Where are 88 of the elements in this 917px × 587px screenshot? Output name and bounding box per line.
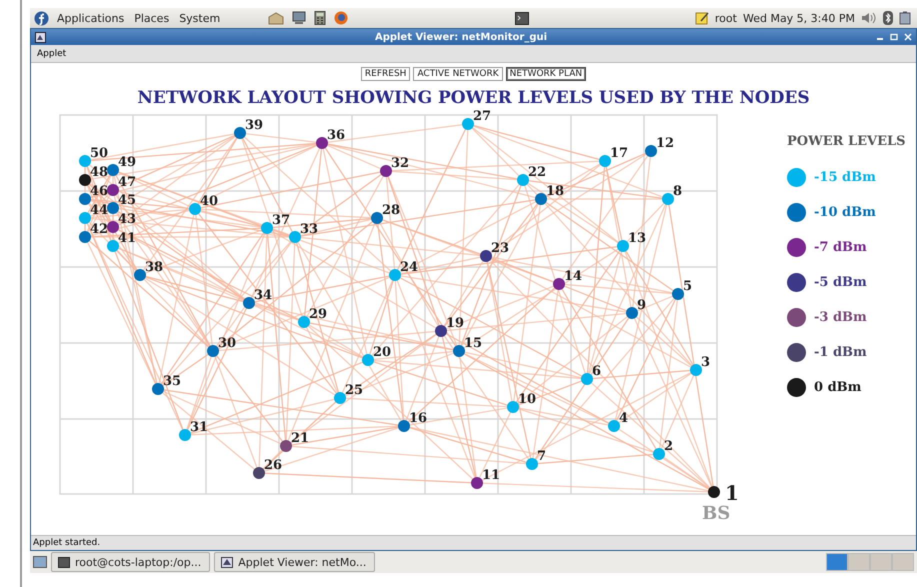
node-label: 40 <box>200 194 218 209</box>
node-label: 20 <box>373 345 392 360</box>
monitor-icon[interactable] <box>292 11 306 25</box>
terminal-icon <box>58 556 70 568</box>
applet-icon <box>35 32 46 42</box>
node-label: 22 <box>528 165 546 180</box>
node-label: 18 <box>546 184 564 199</box>
node-label: 24 <box>400 260 418 275</box>
node-label: 4 <box>619 411 628 426</box>
close-icon[interactable] <box>904 33 912 41</box>
node-label: 13 <box>628 231 646 246</box>
taskbar-button[interactable]: root@cots-laptop:/op... <box>51 552 210 572</box>
node-label: 10 <box>518 392 536 407</box>
chart-title: NETWORK LAYOUT SHOWING POWER LEVELS USED BY THE NODES <box>137 88 810 108</box>
node-label: 30 <box>218 336 236 351</box>
node-label: 12 <box>656 136 674 151</box>
view-button[interactable]: REFRESH <box>360 67 410 81</box>
view-button[interactable]: NETWORK PLAN <box>506 67 586 81</box>
speaker-icon[interactable] <box>861 11 877 25</box>
legend-label: -7 dBm <box>814 240 867 255</box>
legend-label: -5 dBm <box>814 275 867 290</box>
node-label: 27 <box>473 109 492 124</box>
node-label: 16 <box>409 411 428 426</box>
node-label: 49 <box>118 155 136 170</box>
node-label: 23 <box>491 241 510 256</box>
panel-menu[interactable]: Places <box>132 12 172 24</box>
legend-title: POWER LEVELS <box>787 134 906 149</box>
node-label: 15 <box>464 336 482 351</box>
base-station-label: BS <box>702 503 730 524</box>
node-label: 43 <box>118 212 136 227</box>
calculator-icon[interactable] <box>314 11 326 25</box>
node-label: 14 <box>564 269 582 284</box>
node-label: 1 <box>725 481 739 505</box>
applet-icon <box>221 556 234 568</box>
maximize-icon[interactable] <box>890 33 898 41</box>
node-label: 46 <box>90 184 108 199</box>
legend-label: 0 dBm <box>814 380 862 395</box>
note-icon <box>694 11 709 25</box>
node-label: 45 <box>118 193 136 208</box>
legend-label: -10 dBm <box>814 205 876 220</box>
legend-label: -15 dBm <box>814 170 876 185</box>
show-desktop-icon[interactable] <box>33 555 47 569</box>
node-label: 31 <box>190 420 208 435</box>
node-label: 5 <box>683 279 692 294</box>
node-label: 32 <box>391 156 410 171</box>
legend-label: -1 dBm <box>814 345 867 360</box>
node-label: 2 <box>664 439 674 454</box>
node-label: 39 <box>245 118 264 133</box>
node-label: 35 <box>163 374 182 389</box>
node-label: 3 <box>701 355 710 370</box>
window-title: Applet Viewer: netMonitor_gui <box>374 32 548 42</box>
node-label: 41 <box>118 231 136 246</box>
node-label: 8 <box>673 184 682 199</box>
node-label: 17 <box>610 146 628 161</box>
clock[interactable]: Wed May 5, 3:40 PM <box>742 12 855 24</box>
node-label: 26 <box>264 458 282 473</box>
node-label: 34 <box>254 288 272 303</box>
legend-label: -3 dBm <box>814 310 867 325</box>
node-label: 29 <box>309 307 328 322</box>
fedora-logo-icon[interactable] <box>34 10 49 26</box>
node-label: 9 <box>637 298 646 313</box>
view-button[interactable]: ACTIVE NETWORK <box>413 67 503 81</box>
menu-item[interactable]: Applet <box>37 48 66 58</box>
node-label: 42 <box>90 222 108 237</box>
node-label: 48 <box>90 165 108 180</box>
panel-menu[interactable]: System <box>177 12 222 24</box>
bluetooth-icon[interactable] <box>883 11 893 25</box>
node-label: 28 <box>382 203 400 218</box>
workspace-switcher[interactable] <box>826 553 914 571</box>
node-label: 44 <box>90 203 108 218</box>
user-name[interactable]: root <box>714 12 737 24</box>
node-label: 50 <box>90 146 108 161</box>
node-label: 21 <box>291 431 310 446</box>
battery-icon[interactable] <box>899 11 913 25</box>
node-label: 25 <box>345 383 364 398</box>
node-label: 19 <box>446 316 464 331</box>
node-label: 36 <box>327 128 346 143</box>
node-label: 33 <box>300 222 318 237</box>
node-label: 11 <box>482 468 500 483</box>
status-text: Applet started. <box>33 538 100 548</box>
node-label: 47 <box>118 175 136 190</box>
taskbar-button[interactable]: Applet Viewer: netMo... <box>214 552 376 572</box>
terminal-icon[interactable] <box>514 12 529 24</box>
node-label: 6 <box>592 364 602 379</box>
node-label: 37 <box>272 213 290 228</box>
node-label: 38 <box>145 260 164 275</box>
node-label: 7 <box>537 449 546 464</box>
panel-menu[interactable]: Applications <box>55 12 126 24</box>
